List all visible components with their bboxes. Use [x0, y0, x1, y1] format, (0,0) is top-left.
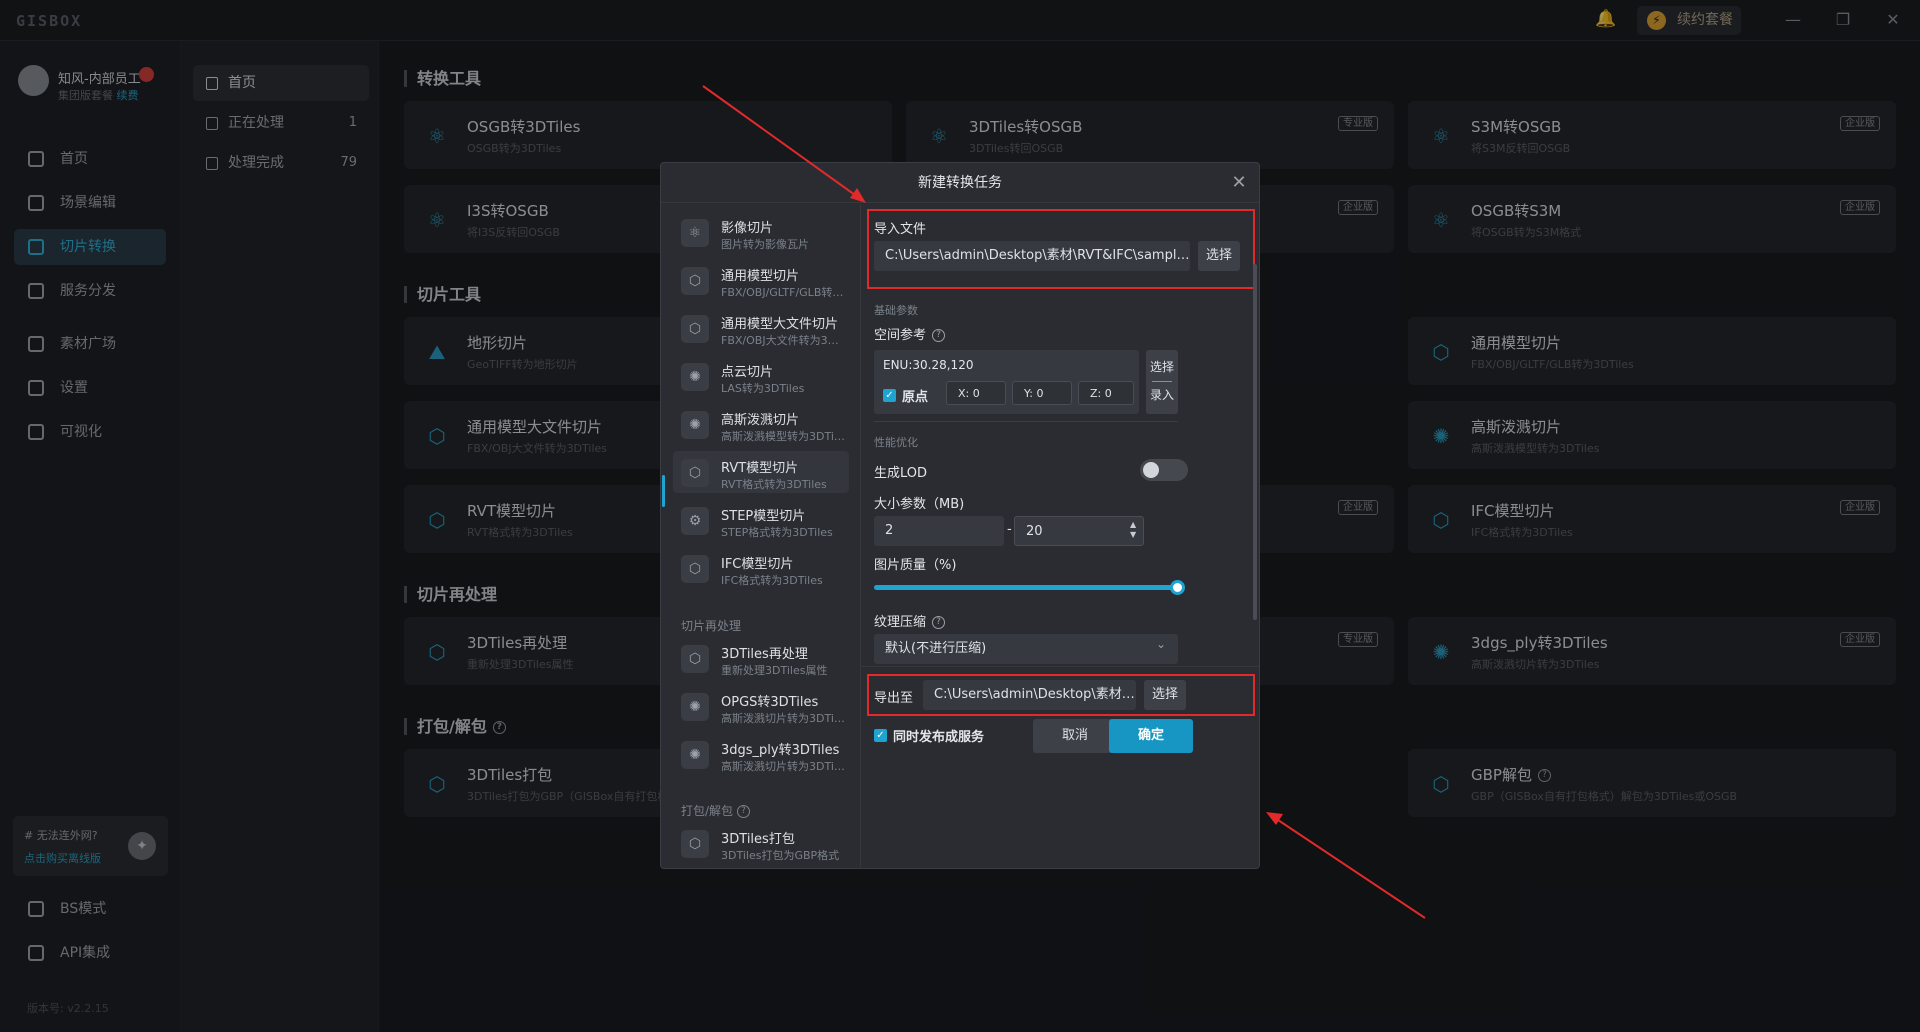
- publish-checkbox[interactable]: ✓: [874, 729, 887, 742]
- gaussian-icon: ✺: [681, 411, 709, 439]
- task-type-item[interactable]: ⚛ 影像切片 图片转为影像瓦片: [673, 211, 849, 253]
- size-separator: -: [1007, 522, 1012, 537]
- package-icon: ⬡: [681, 830, 709, 858]
- toggle-knob: [1143, 462, 1159, 478]
- spatial-ref-label: 空间参考?: [874, 324, 946, 343]
- cube-icon: ⬡: [681, 315, 709, 343]
- task-type-item[interactable]: ⬡ IFC模型切片 IFC格式转为3DTiles: [673, 547, 849, 589]
- size-max-input[interactable]: 20: [1014, 516, 1144, 546]
- new-task-dialog: 新建转换任务 ✕ ⚛ 影像切片 图片转为影像瓦片 ⬡ 通用模型切片 FBX/OBJ/GL…: [660, 162, 1260, 869]
- active-indicator: [662, 475, 665, 507]
- task-type-item[interactable]: ⬡通用模型大文件切片FBX/OBJ大文件转为3DTiles: [673, 307, 849, 349]
- task-type-item[interactable]: ⬡ 3DTiles打包 3DTiles打包为GBP格式: [673, 822, 849, 864]
- task-type-item[interactable]: ✺ 高斯泼溅切片 高斯泼溅模型转为3DTiles: [673, 403, 849, 445]
- texture-label: 纹理压缩?: [874, 611, 946, 630]
- image-tile-icon: ⚛: [681, 219, 709, 247]
- texture-select[interactable]: 默认(不进行压缩): [874, 634, 1178, 664]
- chevron-down-icon: ⌄: [1156, 637, 1167, 651]
- group-pack-label: 打包/解包?: [681, 802, 751, 819]
- size-min-input[interactable]: 2: [874, 516, 1004, 546]
- confirm-button[interactable]: 确定: [1109, 719, 1193, 753]
- task-type-item[interactable]: ⬡通用模型切片FBX/OBJ/GLTF/GLB转为3DTiles: [673, 259, 849, 301]
- cube-icon: ⬡: [681, 555, 709, 583]
- enter-ref-button[interactable]: 录入: [1146, 386, 1178, 403]
- step-icon: ⚙: [681, 507, 709, 535]
- lod-toggle[interactable]: [1140, 459, 1188, 481]
- gaussian-icon: ✺: [681, 693, 709, 721]
- divider: [862, 666, 1259, 667]
- origin-checkbox[interactable]: ✓: [883, 389, 896, 402]
- export-select-button[interactable]: 选择: [1144, 680, 1186, 710]
- spatial-ref-buttons: 选择 录入: [1146, 350, 1178, 414]
- size-param-label: 大小参数（MB): [874, 497, 965, 512]
- task-type-item-rvt[interactable]: ⬡ RVT模型切片 RVT格式转为3DTiles: [673, 451, 849, 493]
- group-reprocess-label: 切片再处理: [681, 619, 742, 633]
- origin-x-input[interactable]: X: 0: [946, 381, 1006, 405]
- help-icon[interactable]: ?: [737, 805, 751, 818]
- img-quality-label: 图片质量（%): [874, 558, 957, 573]
- help-icon[interactable]: ?: [932, 329, 946, 342]
- enu-value: ENU:30.28,120: [883, 358, 974, 372]
- task-type-item[interactable]: ✺ OPGS转3DTiles 高斯泼溅切片转为3DTiles: [673, 685, 849, 727]
- select-ref-button[interactable]: 选择: [1146, 358, 1178, 375]
- stepper-icon[interactable]: ▲ ▼: [1130, 520, 1136, 540]
- gaussian-icon: ✺: [681, 741, 709, 769]
- basic-params-label: 基础参数: [874, 304, 918, 317]
- publish-label: 同时发布成服务: [893, 730, 985, 745]
- dialog-title: 新建转换任务: [661, 163, 1259, 203]
- import-select-button[interactable]: 选择: [1198, 241, 1240, 271]
- import-path-input[interactable]: C:\Users\admin\Desktop\素材\RVT&IFC\sample…: [874, 241, 1190, 271]
- cube-icon: ⬡: [681, 459, 709, 487]
- img-quality-slider-handle[interactable]: [1170, 580, 1185, 595]
- divider: [1152, 381, 1172, 382]
- origin-z-input[interactable]: Z: 0: [1078, 381, 1134, 405]
- task-type-item[interactable]: ✺ 点云切片 LAS转为3DTiles: [673, 355, 849, 397]
- cube-icon: ⬡: [681, 267, 709, 295]
- task-form: 导入文件 C:\Users\admin\Desktop\素材\RVT&IFC\s…: [862, 204, 1259, 869]
- task-type-item[interactable]: ⚙ STEP模型切片 STEP格式转为3DTiles: [673, 499, 849, 541]
- origin-y-input[interactable]: Y: 0: [1012, 381, 1072, 405]
- cube-icon: ⬡: [681, 645, 709, 673]
- perf-label: 性能优化: [874, 436, 918, 449]
- cancel-button[interactable]: 取消: [1033, 719, 1117, 753]
- task-type-item[interactable]: ⬡ 3DTiles再处理 重新处理3DTiles属性: [673, 637, 849, 679]
- divider: [874, 421, 1178, 422]
- export-path-input[interactable]: C:\Users\admin\Desktop\素材\RVT&IFC\output: [923, 680, 1136, 710]
- task-type-list: ⚛影像切片图片转为影像瓦片 ⬡通用模型切片FBX/OBJ/GLTF/GLB转为3…: [661, 204, 861, 869]
- origin-label: 原点: [902, 390, 929, 405]
- task-type-item[interactable]: ✺ 3dgs_ply转3DTiles 高斯泼溅切片转为3DTiles: [673, 733, 849, 775]
- close-icon[interactable]: ✕: [1227, 171, 1251, 195]
- help-icon[interactable]: ?: [932, 616, 946, 629]
- scrollbar[interactable]: [1253, 264, 1257, 620]
- img-quality-slider-track[interactable]: [874, 585, 1178, 590]
- import-label: 导入文件: [874, 222, 927, 237]
- pointcloud-icon: ✺: [681, 363, 709, 391]
- lod-label: 生成LOD: [874, 466, 928, 481]
- export-label: 导出至: [874, 691, 914, 706]
